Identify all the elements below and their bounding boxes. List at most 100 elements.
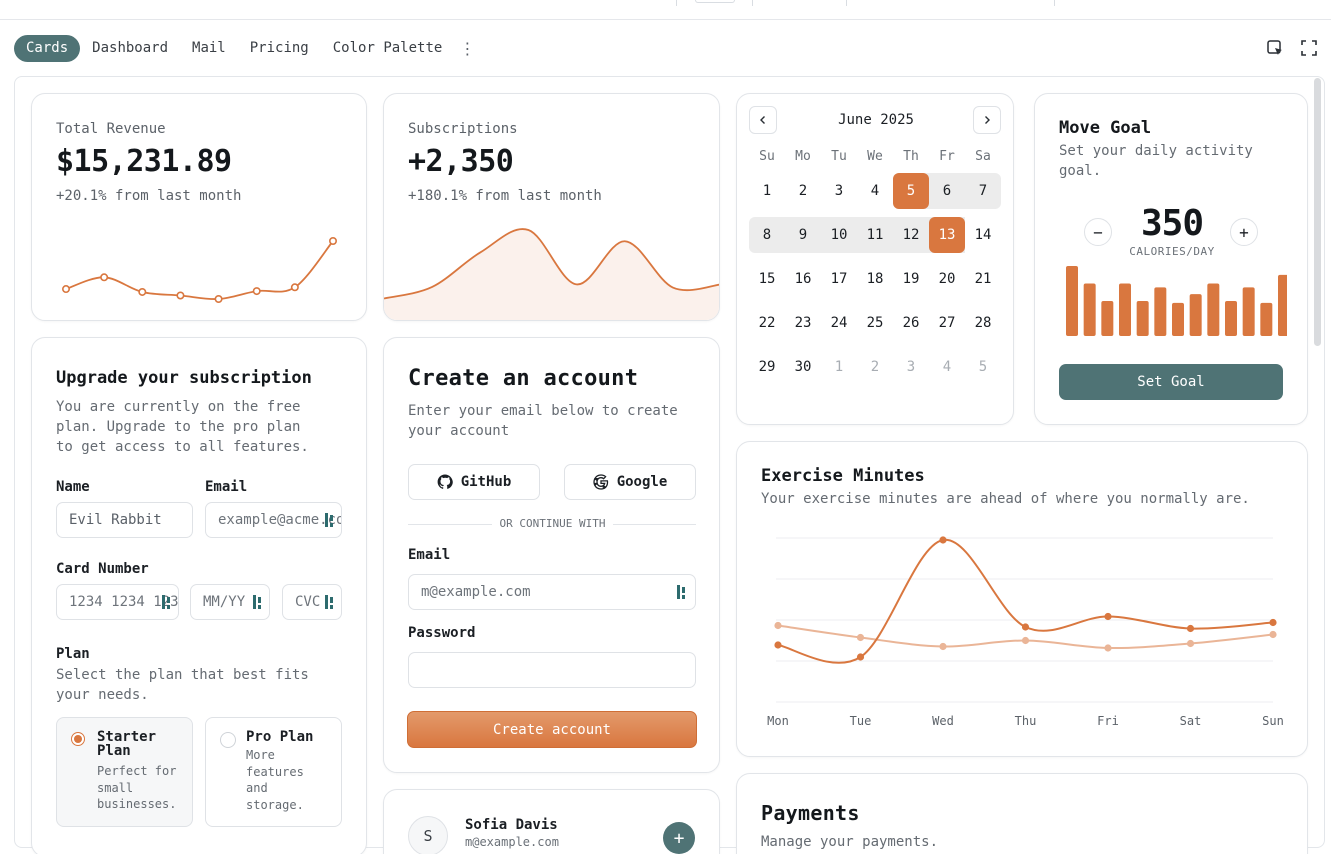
- account-description: Enter your email below to create your ac…: [408, 403, 678, 439]
- exercise-description: Your exercise minutes are ahead of where…: [761, 491, 1250, 507]
- toggle-switch[interactable]: [695, 0, 735, 3]
- create-account-button[interactable]: Create account: [407, 711, 697, 748]
- card-number-input[interactable]: 1234 1234 1234 1234: [56, 584, 179, 620]
- goal-value: 350: [1140, 203, 1204, 244]
- calendar-day[interactable]: 21: [965, 261, 1001, 297]
- scrollbar[interactable]: [1314, 78, 1321, 346]
- more-vertical-icon[interactable]: ⋮: [454, 39, 480, 58]
- exercise-point: [939, 642, 947, 651]
- next-month-button[interactable]: [973, 106, 1001, 134]
- exercise-point: [856, 633, 865, 642]
- expiry-placeholder: MM/YY: [203, 594, 246, 610]
- calendar-day[interactable]: 28: [965, 305, 1001, 341]
- calendar-day-outside[interactable]: 2: [857, 349, 893, 385]
- expiry-input[interactable]: MM/YY: [190, 584, 270, 620]
- calendar-day[interactable]: 15: [749, 261, 785, 297]
- calendar-day[interactable]: 25: [857, 305, 893, 341]
- set-goal-button[interactable]: Set Goal: [1059, 364, 1283, 400]
- calendar-day[interactable]: 6: [929, 173, 965, 209]
- tab-cards[interactable]: Cards: [14, 35, 81, 62]
- goal-bar: [1189, 294, 1202, 336]
- create-account-card: Create an account Enter your email below…: [383, 337, 720, 773]
- subscriptions-card: Subscriptions +2,350 +180.1% from last m…: [383, 93, 720, 321]
- calendar-day[interactable]: 14: [965, 217, 1001, 253]
- password-manager-icon[interactable]: [325, 513, 335, 527]
- add-member-button[interactable]: +: [663, 822, 695, 854]
- calendar-day[interactable]: 30: [785, 349, 821, 385]
- x-tick-label: Thu: [1015, 714, 1037, 728]
- github-button[interactable]: GitHub: [408, 464, 540, 500]
- tab-pricing[interactable]: Pricing: [238, 35, 321, 62]
- calendar-day[interactable]: 2: [785, 173, 821, 209]
- member-name: Sofia Davis: [465, 817, 558, 833]
- radio-selected[interactable]: [71, 732, 85, 746]
- calendar-day[interactable]: 4: [857, 173, 893, 209]
- password-manager-icon[interactable]: [253, 595, 263, 609]
- calendar-day[interactable]: 9: [785, 217, 821, 253]
- calendar-day[interactable]: 26: [893, 305, 929, 341]
- x-tick-label: Tue: [850, 714, 872, 728]
- payments-description: Manage your payments.: [761, 834, 939, 850]
- calendar-day[interactable]: 22: [749, 305, 785, 341]
- plan-option-pro[interactable]: Pro Plan More features and storage.: [205, 717, 342, 827]
- plan-option-starter[interactable]: Starter Plan Perfect for small businesse…: [56, 717, 193, 827]
- plan-name: Pro Plan: [246, 729, 314, 745]
- goal-bar: [1136, 301, 1149, 336]
- calendar-day[interactable]: 10: [821, 217, 857, 253]
- divider: [846, 0, 847, 6]
- weekday-label: Su: [759, 149, 775, 164]
- calendar-day[interactable]: 18: [857, 261, 893, 297]
- google-button[interactable]: Google: [564, 464, 696, 500]
- calendar-day[interactable]: 19: [893, 261, 929, 297]
- calendar-day[interactable]: 7: [965, 173, 1001, 209]
- calendar-day[interactable]: 13: [929, 217, 965, 253]
- calendar-day[interactable]: 29: [749, 349, 785, 385]
- calendar-day-outside[interactable]: 1: [821, 349, 857, 385]
- calendar-day[interactable]: 8: [749, 217, 785, 253]
- calendar-day-outside[interactable]: 4: [929, 349, 965, 385]
- member-email: m@example.com: [465, 835, 559, 849]
- email-input[interactable]: example@acme.com: [205, 502, 342, 538]
- calendar-day[interactable]: 24: [821, 305, 857, 341]
- password-manager-icon[interactable]: [325, 595, 335, 609]
- divider: [752, 0, 753, 6]
- calendar-day[interactable]: 3: [821, 173, 857, 209]
- x-tick-label: Wed: [932, 714, 954, 728]
- calendar-day[interactable]: 12: [893, 217, 929, 253]
- tab-mail[interactable]: Mail: [180, 35, 238, 62]
- calendar-day-outside[interactable]: 3: [893, 349, 929, 385]
- calendar-day[interactable]: 5: [893, 173, 929, 209]
- cursor-box-icon[interactable]: [1266, 39, 1284, 57]
- google-icon: [593, 474, 608, 490]
- subscriptions-area: [384, 229, 719, 320]
- name-input[interactable]: Evil Rabbit: [56, 502, 193, 538]
- account-email-input[interactable]: m@example.com: [408, 574, 696, 610]
- goal-bar: [1225, 301, 1237, 336]
- tab-dashboard[interactable]: Dashboard: [80, 35, 180, 62]
- calendar-day-outside[interactable]: 5: [965, 349, 1001, 385]
- calendar-day[interactable]: 1: [749, 173, 785, 209]
- cvc-input[interactable]: CVC: [282, 584, 342, 620]
- increase-goal-button[interactable]: +: [1230, 218, 1258, 246]
- exercise-point: [774, 641, 782, 649]
- calendar-day[interactable]: 16: [785, 261, 821, 297]
- subscriptions-label: Subscriptions: [408, 121, 518, 137]
- fullscreen-icon[interactable]: [1300, 39, 1318, 57]
- password-manager-icon[interactable]: [677, 585, 687, 599]
- password-input[interactable]: [408, 652, 696, 688]
- calendar-day[interactable]: 27: [929, 305, 965, 341]
- goal-bar: [1278, 274, 1287, 336]
- calendar-day[interactable]: 23: [785, 305, 821, 341]
- password-manager-icon[interactable]: [162, 595, 172, 609]
- tab-color-palette[interactable]: Color Palette: [321, 35, 455, 62]
- calendar-day[interactable]: 17: [821, 261, 857, 297]
- exercise-point: [1104, 612, 1112, 621]
- revenue-point: [138, 287, 147, 296]
- radio-unselected[interactable]: [220, 732, 236, 748]
- goal-bar: [1260, 302, 1273, 336]
- weekday-label: Fr: [939, 149, 955, 164]
- upgrade-card: Upgrade your subscription You are curren…: [31, 337, 367, 854]
- github-icon: [437, 474, 453, 489]
- calendar-day[interactable]: 20: [929, 261, 965, 297]
- calendar-day[interactable]: 11: [857, 217, 893, 253]
